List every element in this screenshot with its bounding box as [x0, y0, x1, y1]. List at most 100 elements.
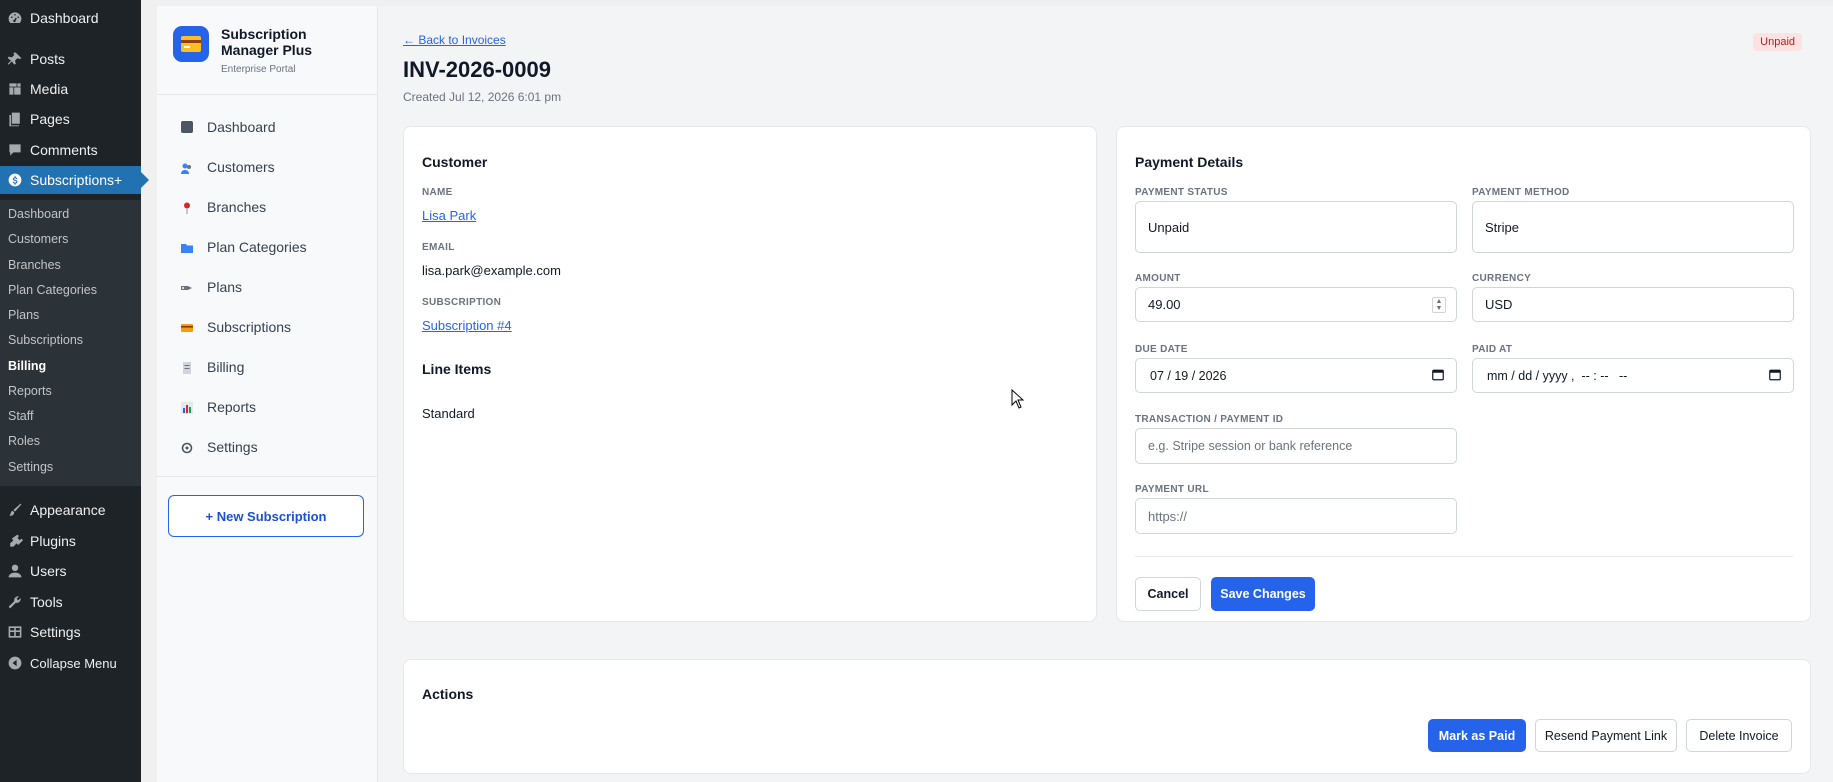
payment-url-placeholder: https://: [1148, 508, 1188, 524]
transaction-id-input[interactable]: e.g. Stripe session or bank reference: [1135, 428, 1457, 464]
wp-menu-posts[interactable]: Posts: [0, 45, 141, 73]
wp-submenu-branches[interactable]: Branches: [8, 258, 61, 272]
nav-item-settings[interactable]: Settings: [181, 437, 258, 457]
due-date-label: DUE DATE: [1135, 344, 1188, 355]
nav-item-dashboard[interactable]: Dashboard: [181, 117, 276, 137]
amount-value: 49.00: [1148, 297, 1181, 312]
wp-menu-subscriptions-plus[interactable]: Subscriptions+: [0, 166, 149, 194]
wrench-icon: [0, 594, 30, 610]
nav-label: Plan Categories: [207, 239, 307, 255]
payment-method-label: PAYMENT METHOD: [1472, 187, 1570, 198]
subscription-link[interactable]: Subscription #4: [422, 318, 512, 333]
wp-submenu-reports[interactable]: Reports: [8, 384, 52, 398]
back-to-invoices-link[interactable]: ← Back to Invoices: [403, 33, 506, 47]
wp-submenu-dashboard[interactable]: Dashboard: [8, 207, 69, 221]
cancel-button[interactable]: Cancel: [1135, 577, 1201, 611]
nav-item-plan-categories[interactable]: Plan Categories: [181, 237, 307, 257]
new-subscription-button[interactable]: + New Subscription: [168, 495, 364, 537]
wp-menu-dashboard[interactable]: Dashboard: [0, 4, 141, 32]
customer-card-title: Customer: [422, 154, 488, 170]
main-content: ← Back to Invoices INV-2026-0009 Created…: [378, 6, 1833, 782]
save-changes-button[interactable]: Save Changes: [1211, 577, 1315, 611]
page-title: INV-2026-0009: [403, 57, 551, 82]
pages-icon: [0, 111, 30, 127]
wp-menu-label: Media: [30, 81, 69, 97]
wp-submenu-customers[interactable]: Customers: [8, 232, 68, 246]
nav-label: Subscriptions: [207, 319, 292, 335]
nav-item-customers[interactable]: Customers: [181, 157, 275, 177]
paid-at-input[interactable]: mm / dd / yyyy , -- : -- --: [1472, 358, 1794, 393]
actions-card: Actions Mark as Paid Resend Payment Link…: [403, 659, 1811, 774]
transaction-id-label: TRANSACTION / PAYMENT ID: [1135, 414, 1284, 425]
mouse-cursor-icon: [1011, 388, 1025, 412]
nav-label: Customers: [207, 159, 275, 175]
nav-label: Branches: [207, 199, 267, 215]
plugin-sidebar: Subscription Manager Plus Enterprise Por…: [157, 6, 378, 782]
wp-submenu-subscriptions[interactable]: Subscriptions: [8, 333, 83, 347]
credit-card-icon: [173, 26, 209, 62]
payment-status-label: PAYMENT STATUS: [1135, 187, 1228, 198]
payment-status-select[interactable]: Unpaid: [1135, 201, 1457, 253]
map-pin-icon: [181, 201, 193, 214]
payment-url-input[interactable]: https://: [1135, 498, 1457, 534]
user-icon: [0, 563, 30, 579]
wp-menu-label: Collapse Menu: [30, 655, 117, 671]
brush-icon: [0, 502, 30, 518]
wp-menu-label: Comments: [30, 142, 98, 158]
line-item: Standard: [422, 406, 475, 421]
wp-menu-label: Plugins: [30, 533, 76, 549]
delete-invoice-button[interactable]: Delete Invoice: [1686, 719, 1792, 752]
calendar-icon[interactable]: [1769, 368, 1781, 383]
currency-input[interactable]: USD: [1472, 287, 1794, 322]
amount-input[interactable]: 49.00 ▲ ▼: [1135, 287, 1457, 322]
payment-card-title: Payment Details: [1135, 154, 1244, 170]
wp-submenu-billing[interactable]: Billing: [8, 359, 46, 373]
wp-admin-menu: Dashboard Posts Media Pages Comments Sub…: [0, 0, 149, 782]
customer-card: Customer NAME Lisa Park EMAIL lisa.park@…: [403, 126, 1097, 622]
amount-label: AMOUNT: [1135, 273, 1181, 284]
wp-submenu-plan-categories[interactable]: Plan Categories: [8, 283, 97, 297]
nav-item-billing[interactable]: Billing: [181, 357, 244, 377]
wp-menu-collapse[interactable]: Collapse Menu: [0, 649, 141, 677]
wp-menu-users[interactable]: Users: [0, 557, 141, 585]
card-icon: [181, 321, 193, 333]
form-divider: [1135, 556, 1793, 557]
number-spinner-icon[interactable]: ▲ ▼: [1432, 296, 1446, 313]
due-date-input[interactable]: 07 / 19 / 2026: [1135, 358, 1457, 393]
nav-divider: [157, 94, 378, 95]
comments-icon: [0, 142, 30, 158]
calendar-icon[interactable]: [1432, 368, 1444, 383]
wp-submenu-settings[interactable]: Settings: [8, 460, 53, 474]
payment-method-value: Stripe: [1485, 219, 1519, 235]
resend-payment-link-button[interactable]: Resend Payment Link: [1535, 719, 1677, 752]
wp-menu-tools[interactable]: Tools: [0, 588, 141, 616]
wp-menu-comments[interactable]: Comments: [0, 136, 141, 164]
wp-menu-appearance[interactable]: Appearance: [0, 496, 141, 524]
nav-item-subscriptions[interactable]: Subscriptions: [181, 317, 291, 337]
payment-method-select[interactable]: Stripe: [1472, 201, 1794, 253]
nav-item-reports[interactable]: Reports: [181, 397, 256, 417]
nav-item-branches[interactable]: Branches: [181, 197, 266, 217]
wp-menu-settings[interactable]: Settings: [0, 618, 141, 646]
pin-icon: [0, 51, 30, 67]
customer-name-link[interactable]: Lisa Park: [422, 208, 476, 223]
wp-menu-plugins[interactable]: Plugins: [0, 527, 141, 555]
payment-details-card: Payment Details PAYMENT STATUS Unpaid PA…: [1116, 126, 1811, 622]
payment-url-label: PAYMENT URL: [1135, 484, 1209, 495]
dashboard-icon: [0, 10, 30, 26]
wp-submenu-plans[interactable]: Plans: [8, 308, 39, 322]
brand-subtitle: Enterprise Portal: [221, 64, 296, 75]
name-label: NAME: [422, 187, 453, 198]
wp-submenu-roles[interactable]: Roles: [8, 434, 40, 448]
plugin-icon: [0, 533, 30, 549]
wp-menu-pages[interactable]: Pages: [0, 105, 141, 133]
dollar-icon: [0, 172, 30, 188]
wp-menu-label: Users: [30, 563, 67, 579]
nav-item-plans[interactable]: Plans: [181, 277, 242, 297]
nav-label: Dashboard: [207, 119, 276, 135]
paid-at-label: PAID AT: [1472, 344, 1513, 355]
wp-submenu-staff[interactable]: Staff: [8, 409, 33, 423]
wp-menu-media[interactable]: Media: [0, 75, 141, 103]
mark-as-paid-button[interactable]: Mark as Paid: [1428, 719, 1526, 752]
wp-menu-label: Posts: [30, 51, 66, 67]
